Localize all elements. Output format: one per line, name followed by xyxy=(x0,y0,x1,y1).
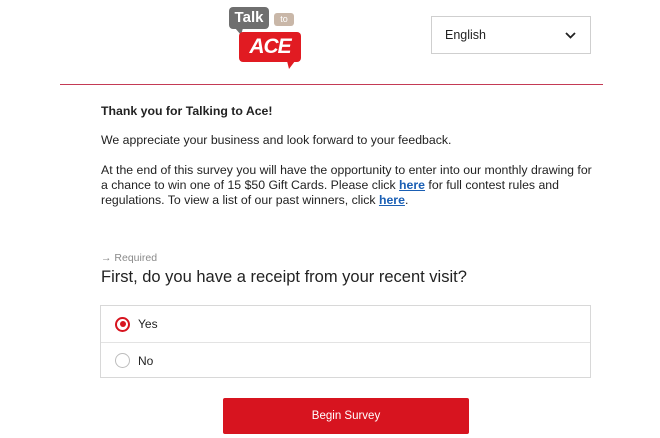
logo-ace-bubble: ACE xyxy=(239,32,301,69)
radio-no[interactable] xyxy=(115,353,130,368)
header-divider xyxy=(60,84,603,85)
option-no-label: No xyxy=(138,353,154,368)
option-yes[interactable]: Yes xyxy=(101,306,590,342)
talk-to-ace-logo: Talk to ACE xyxy=(229,7,303,69)
receipt-options: Yes No xyxy=(100,305,591,378)
radio-yes[interactable] xyxy=(115,316,130,332)
required-text: Required xyxy=(114,252,158,264)
intro-appreciate: We appreciate your business and look for… xyxy=(101,133,452,147)
intro-heading: Thank you for Talking to Ace! xyxy=(101,104,273,118)
past-winners-link[interactable]: here xyxy=(379,193,405,207)
contest-paragraph: At the end of this survey you will have … xyxy=(101,163,601,208)
contest-rules-link[interactable]: here xyxy=(399,178,425,192)
required-label: → Required xyxy=(101,252,157,264)
logo-talk-bubble: Talk xyxy=(229,7,269,35)
arrow-right-icon: → xyxy=(101,252,112,264)
chevron-down-icon xyxy=(565,31,576,39)
begin-survey-button[interactable]: Begin Survey xyxy=(223,398,469,434)
question-text: First, do you have a receipt from your r… xyxy=(101,268,467,286)
language-select-value: English xyxy=(445,28,486,42)
intro-text: Thank you for Talking to Ace! We appreci… xyxy=(101,104,601,208)
option-no[interactable]: No xyxy=(101,342,590,378)
logo-to-bubble: to xyxy=(274,13,294,26)
option-yes-label: Yes xyxy=(138,317,158,331)
language-select[interactable]: English xyxy=(431,16,591,54)
contest-text-3: . xyxy=(404,193,409,207)
